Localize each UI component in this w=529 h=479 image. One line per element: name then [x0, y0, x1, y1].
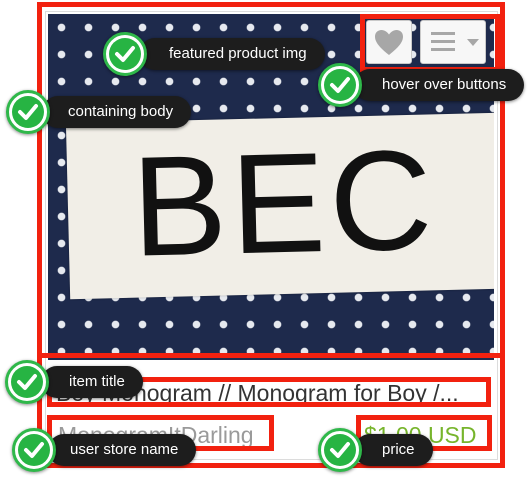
callout-badge [103, 32, 147, 76]
callout-item-title: item title [5, 360, 145, 404]
list-menu-icon [431, 32, 455, 51]
checkmark-icon [24, 442, 44, 458]
callout-badge [318, 63, 362, 107]
checkmark-icon [115, 46, 135, 62]
caret-down-icon [467, 39, 479, 46]
callout-user-store-name: user store name [12, 428, 197, 472]
callout-badge [12, 428, 56, 472]
heart-icon [375, 30, 403, 55]
checkmark-icon [18, 104, 38, 120]
callout-label: featured product img [139, 38, 325, 70]
checkmark-icon [17, 374, 37, 390]
list-menu-button[interactable] [420, 20, 486, 64]
callout-label: user store name [48, 434, 197, 466]
callout-label: item title [41, 366, 143, 398]
monogram-text: BEC [130, 120, 438, 287]
callout-featured-product-img: featured product img [103, 32, 329, 76]
checkmark-icon [330, 442, 350, 458]
callout-containing-body: containing body [6, 90, 196, 134]
callout-badge [318, 428, 362, 472]
callout-label: hover over buttons [354, 69, 525, 101]
monogram-print: BEC [65, 112, 494, 300]
callout-hover-over-buttons: hover over buttons [318, 63, 526, 107]
callout-price: price [318, 428, 433, 472]
callout-label: containing body [42, 96, 192, 128]
callout-label: price [354, 434, 433, 466]
callout-badge [5, 360, 49, 404]
checkmark-icon [330, 77, 350, 93]
favorite-button[interactable] [366, 20, 412, 64]
callout-badge [6, 90, 50, 134]
